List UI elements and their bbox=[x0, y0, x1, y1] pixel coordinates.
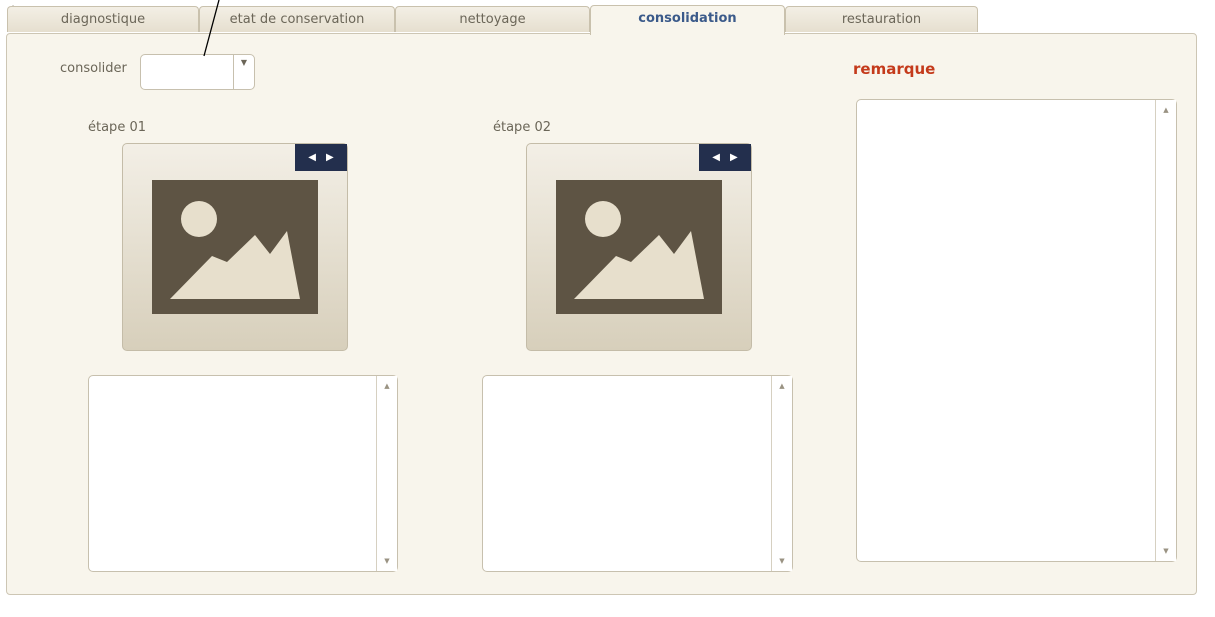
annotation-line bbox=[203, 0, 220, 57]
